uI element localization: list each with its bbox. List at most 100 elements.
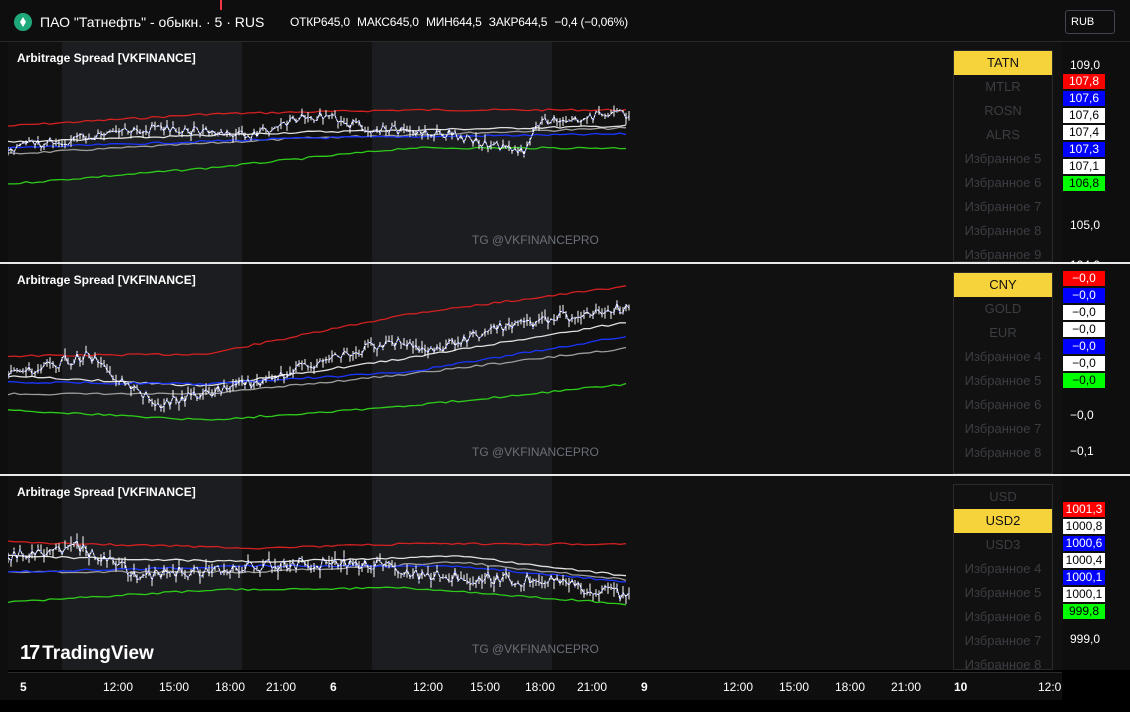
currency-button[interactable]: RUB [1065, 10, 1115, 34]
ticker-item[interactable]: Избранное 9 [954, 243, 1052, 262]
price-scale-label: 999,0 [1070, 632, 1101, 646]
price-scale-3[interactable]: 999,0 1001,3 1000,8 1000,6 1000,4 1000,1 1000,… [1062, 476, 1130, 670]
ticker-item[interactable]: USD [954, 485, 1052, 509]
ticker-item[interactable]: Избранное 6 [954, 605, 1052, 629]
ticker-list: TATN MTLR ROSN ALRS Избранное 5 Избранное 6 Из… [953, 50, 1053, 262]
ticker-list: USD USD2 USD3 Избранное 4 Избранное 5 Избранн… [953, 484, 1053, 670]
ticker-item[interactable]: Избранное 5 [954, 147, 1052, 171]
price-scale-1[interactable]: 109,0105,0104,0107,8107,6107,6107,4107,3… [1062, 42, 1130, 272]
tradingview-logo-icon: 17 [20, 642, 40, 664]
ticker-item[interactable]: USD3 [954, 533, 1052, 557]
ticker-item[interactable]: USD2 [954, 509, 1052, 533]
price-badge: 1000,8 [1063, 519, 1105, 534]
price-badge: −0,0 [1063, 288, 1105, 303]
time-tick-label: 12:00 [413, 680, 444, 694]
left-frame [0, 42, 8, 700]
watermark-text: TG @VKFINANCEPRO [472, 642, 599, 656]
ticker-item[interactable]: MTLR [954, 75, 1052, 99]
spread-price-dots [8, 301, 630, 410]
time-tick-label: 15:00 [470, 680, 501, 694]
indicator-pane-3[interactable]: Arbitrage Spread [VKFINANCE] TG @VKFINAN… [8, 476, 1062, 670]
price-badge: 107,3 [1063, 142, 1105, 157]
ticker-item[interactable]: Избранное 8 [954, 219, 1052, 243]
tradingview-logo[interactable]: 17 TradingView [20, 642, 154, 665]
price-badge: −0,0 [1063, 322, 1105, 337]
price-badge: 1000,4 [1063, 553, 1105, 568]
time-tick-label: 18:00 [525, 680, 556, 694]
upper-band-line [8, 540, 627, 550]
spread-chart-2 [8, 285, 630, 421]
ticker-item[interactable]: Избранное 5 [954, 581, 1052, 605]
price-badge: 1000,1 [1063, 587, 1105, 602]
time-tick-label: 6 [330, 680, 337, 694]
ticker-item[interactable]: ALRS [954, 123, 1052, 147]
ohlc-low: МИН644,5 [425, 15, 482, 29]
symbol-logo-icon [14, 13, 32, 31]
time-tick-label: 21:00 [266, 680, 297, 694]
ticker-item[interactable]: Избранное 5 [954, 369, 1052, 393]
time-tick-label: 21:00 [577, 680, 608, 694]
price-badge: 999,8 [1063, 604, 1105, 619]
time-tick-label: 18:00 [215, 680, 246, 694]
ohlc-close: ЗАКР644,5 [488, 15, 548, 29]
ticker-item[interactable]: Избранное 8 [954, 441, 1052, 465]
indicator-pane-1[interactable]: Arbitrage Spread [VKFINANCE] TG @VKFINAN… [8, 42, 1062, 262]
price-badge: −0,0 [1063, 271, 1105, 286]
bottom-frame [0, 700, 1130, 712]
time-tick-label: 15:00 [159, 680, 190, 694]
time-tick-label: 12:00 [723, 680, 754, 694]
price-badge: 107,4 [1063, 125, 1105, 140]
time-scale[interactable]: 5 12:00 15:00 18:00 21:00 6 12:00 15:00 18:00 21:… [8, 672, 1062, 700]
ticker-item[interactable]: TATN [954, 51, 1052, 75]
ticker-item[interactable]: Избранное 7 [954, 195, 1052, 219]
indicator-pane-2[interactable]: Arbitrage Spread [VKFINANCE] TG @VKFINAN… [8, 264, 1062, 474]
ticker-item[interactable]: Избранное 6 [954, 171, 1052, 195]
price-badge: 1001,3 [1063, 502, 1105, 517]
symbol-header: ПАО "Татнефть" - обыкн. · 5 · RUS ОТКР64… [0, 0, 1130, 42]
ticker-list: CNY GOLD EUR Избранное 4 Избранное 5 Избранно… [953, 272, 1053, 474]
ticker-item[interactable]: Избранное 8 [954, 653, 1052, 670]
time-tick-label: 10 [954, 680, 968, 694]
ticker-item[interactable]: Избранное 7 [954, 417, 1052, 441]
price-scale-label: 105,0 [1070, 218, 1101, 232]
ticker-item[interactable]: GOLD [954, 297, 1052, 321]
ticker-item[interactable]: Избранное 4 [954, 557, 1052, 581]
upper-band-line [8, 285, 627, 358]
ticker-item[interactable]: Избранное 4 [954, 345, 1052, 369]
ticker-item[interactable]: EUR [954, 321, 1052, 345]
price-badge: −0,0 [1063, 305, 1105, 320]
price-scale-label: −0,1 [1070, 444, 1094, 458]
ticker-item[interactable]: Избранное 6 [954, 393, 1052, 417]
spread-chart-3 [8, 533, 630, 606]
price-scale-label: −0,0 [1070, 408, 1094, 422]
time-tick-label: 15:00 [779, 680, 810, 694]
lower-band-line [8, 382, 627, 421]
price-badge: −0,0 [1063, 373, 1105, 388]
indicator-title: Arbitrage Spread [VKFINANCE] [17, 51, 196, 65]
price-badge: −0,0 [1063, 339, 1105, 354]
time-tick-label: 12:00 [103, 680, 134, 694]
price-badge: 107,1 [1063, 159, 1105, 174]
current-bar-marker [220, 0, 222, 10]
watermark-text: TG @VKFINANCEPRO [472, 233, 599, 247]
ohlc-change: −0,4 (−0,06%) [554, 15, 628, 29]
tradingview-logo-text: TradingView [42, 642, 154, 664]
ticker-item[interactable]: CNY [954, 273, 1052, 297]
price-scale-2[interactable]: −0,0 −0,1 −0,0 −0,0 −0,0 −0,0 −0,0 −0,0 −0,0 [1062, 264, 1130, 474]
lower-band-line [8, 146, 627, 185]
ohlc-high: МАКС645,0 [357, 15, 419, 29]
lower-band-line [8, 586, 627, 606]
price-badge: 1000,6 [1063, 536, 1105, 551]
indicator-title: Arbitrage Spread [VKFINANCE] [17, 273, 196, 287]
ohlc-values: ОТКР645,0 МАКС645,0 МИН644,5 ЗАКР644,5 −… [290, 15, 632, 29]
time-tick-label: 18:00 [835, 680, 866, 694]
price-badge: 107,6 [1063, 91, 1105, 106]
ticker-item[interactable]: Избранное 7 [954, 629, 1052, 653]
time-tick-label: 5 [20, 680, 27, 694]
indicator-title: Arbitrage Spread [VKFINANCE] [17, 485, 196, 499]
ticker-item[interactable]: ROSN [954, 99, 1052, 123]
symbol-title[interactable]: ПАО "Татнефть" - обыкн. · 5 · RUS [40, 14, 264, 30]
price-badge: 107,8 [1063, 74, 1105, 89]
price-badge: 106,8 [1063, 176, 1105, 191]
watermark-text: TG @VKFINANCEPRO [472, 445, 599, 459]
